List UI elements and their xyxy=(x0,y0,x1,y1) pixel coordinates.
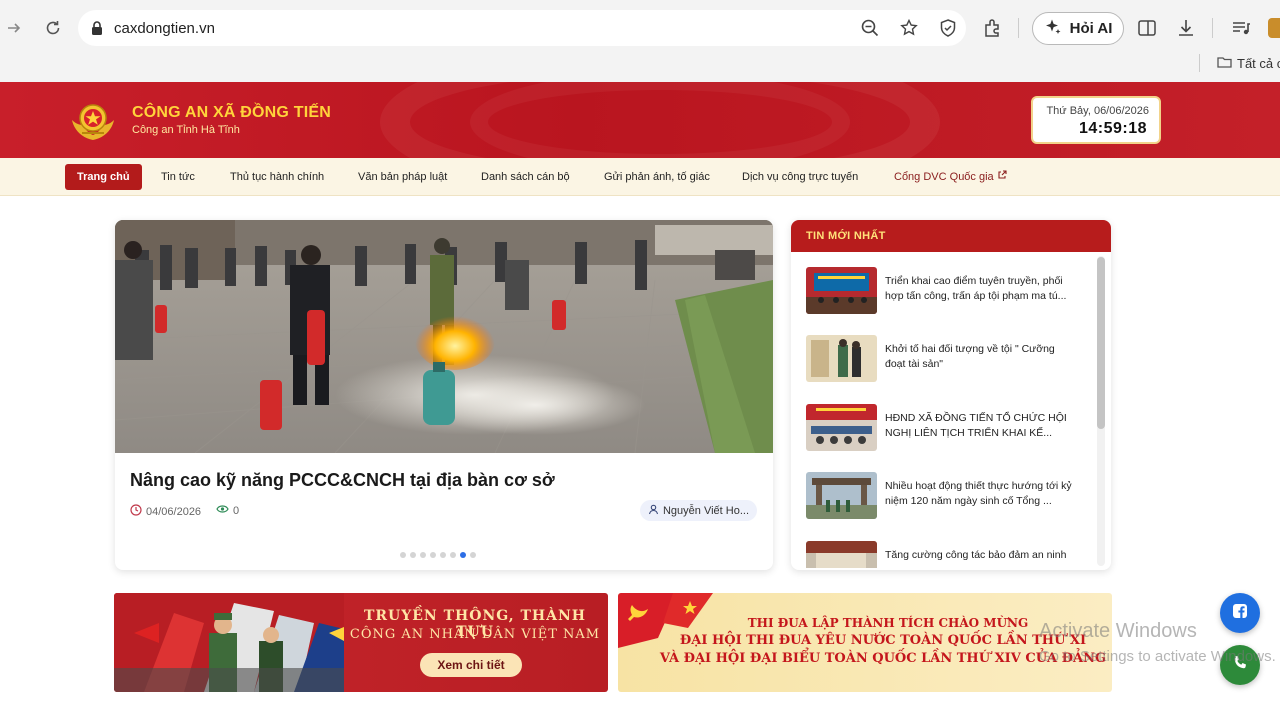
latest-news-heading: TIN MỚI NHẤT xyxy=(806,230,886,242)
view-details-button[interactable]: Xem chi tiết xyxy=(420,653,522,677)
nav-home[interactable]: Trang chủ xyxy=(65,164,142,190)
star-icon[interactable] xyxy=(899,18,919,38)
latest-news-header: TIN MỚI NHẤT xyxy=(791,220,1111,252)
nav-report-feedback[interactable]: Gửi phản ánh, tố giác xyxy=(604,164,710,190)
slider-dot[interactable] xyxy=(440,552,446,558)
header-pattern-inner xyxy=(470,82,850,158)
news-thumbnail[interactable] xyxy=(806,404,877,451)
site-subtitle: Công an Tỉnh Hà Tĩnh xyxy=(132,124,240,136)
nav-admin-procedures[interactable]: Thủ tục hành chính xyxy=(230,164,324,190)
emulation-congress-banner[interactable]: THI ĐUA LẬP THÀNH TÍCH CHÀO MỪNG ĐẠI HỘI… xyxy=(618,593,1112,692)
banner1-line2: CÔNG AN NHÂN DÂN VIỆT NAM xyxy=(349,627,601,642)
bookmarks-bar xyxy=(0,56,1280,82)
news-scrollbar-thumb[interactable] xyxy=(1097,257,1105,429)
ask-ai-label: Hỏi AI xyxy=(1069,20,1113,37)
reload-icon[interactable] xyxy=(41,16,65,40)
author-badge[interactable]: Nguyễn Viết Ho... xyxy=(640,500,757,521)
featured-views: 0 xyxy=(216,504,239,517)
forward-icon[interactable] xyxy=(2,16,26,40)
featured-title[interactable]: Nâng cao kỹ năng PCCC&CNCH tại địa bàn c… xyxy=(130,470,555,491)
clock-date: Thứ Bảy, 06/06/2026 xyxy=(1046,105,1149,117)
police-emblem-logo[interactable] xyxy=(68,100,118,142)
clock-time: 14:59:18 xyxy=(1078,120,1147,137)
profile-avatar[interactable] xyxy=(1268,18,1280,38)
nav-staff-list[interactable]: Danh sách cán bộ xyxy=(481,164,570,190)
eye-icon xyxy=(216,504,229,517)
shield-icon[interactable] xyxy=(938,18,958,38)
extensions-icon[interactable] xyxy=(982,17,1004,39)
windows-activation-watermark: Activate Windows xyxy=(1039,620,1197,642)
news-title[interactable]: Triển khai cao điểm tuyên truyền, phối h… xyxy=(885,274,1077,304)
main-nav: Trang chủ Tin tức Thủ tục hành chính Văn… xyxy=(0,158,1280,196)
news-title[interactable]: HĐND XÃ ĐỒNG TIẾN TỔ CHỨC HỘI NGHỊ LIÊN … xyxy=(885,411,1077,441)
all-bookmarks-folder[interactable]: Tất cả c xyxy=(1217,55,1280,72)
featured-date-text: 04/06/2026 xyxy=(146,505,202,518)
featured-photo[interactable] xyxy=(115,220,773,453)
banner-soldiers-art xyxy=(114,593,344,692)
address-bar[interactable]: caxdongtien.vn xyxy=(78,10,966,46)
slider-dot[interactable] xyxy=(450,552,456,558)
news-title[interactable]: Khởi tố hai đối tượng về tội " Cưỡng đoạ… xyxy=(885,342,1077,372)
download-icon[interactable] xyxy=(1175,17,1197,39)
clock-icon xyxy=(130,504,142,519)
date-clock: Thứ Bảy, 06/06/2026 14:59:18 xyxy=(1031,96,1161,144)
playlist-icon[interactable] xyxy=(1230,17,1252,39)
news-thumbnail[interactable] xyxy=(806,541,877,568)
news-title[interactable]: Tăng cường công tác bảo đảm an ninh xyxy=(885,548,1077,563)
split-screen-icon[interactable] xyxy=(1136,17,1158,39)
zoom-out-icon[interactable] xyxy=(860,18,880,38)
slider-dot[interactable] xyxy=(460,552,466,558)
sparkle-icon xyxy=(1044,18,1062,40)
slider-dot[interactable] xyxy=(470,552,476,558)
slider-dots xyxy=(400,552,476,558)
bookmarks-divider xyxy=(1199,54,1200,72)
list-item[interactable]: Triển khai cao điểm tuyên truyền, phối h… xyxy=(806,267,1086,317)
news-thumbnail[interactable] xyxy=(806,267,877,314)
ask-ai-button[interactable]: Hỏi AI xyxy=(1032,12,1124,45)
slider-dot[interactable] xyxy=(400,552,406,558)
list-item[interactable]: Khởi tố hai đối tượng về tội " Cưỡng đoạ… xyxy=(806,335,1086,385)
news-thumbnail[interactable] xyxy=(806,335,877,382)
nav-legal-documents[interactable]: Văn bản pháp luật xyxy=(358,164,447,190)
nav-news[interactable]: Tin tức xyxy=(161,164,195,190)
slider-dot[interactable] xyxy=(410,552,416,558)
windows-activation-hint: Go to Settings to activate Windows. xyxy=(1039,648,1276,665)
site-title[interactable]: CÔNG AN XÃ ĐỒNG TIẾN xyxy=(132,104,331,122)
browser-toolbar: caxdongtien.vn Hỏi AI xyxy=(0,0,1280,56)
facebook-button[interactable] xyxy=(1220,593,1260,633)
slider-dot[interactable] xyxy=(430,552,436,558)
featured-views-count: 0 xyxy=(233,504,240,517)
featured-article[interactable]: Nâng cao kỹ năng PCCC&CNCH tại địa bàn c… xyxy=(115,220,773,570)
all-bookmarks-label: Tất cả c xyxy=(1237,56,1280,71)
url-text[interactable]: caxdongtien.vn xyxy=(114,20,215,37)
external-link-icon xyxy=(997,170,1007,183)
facebook-icon xyxy=(1231,602,1249,625)
list-item[interactable]: HĐND XÃ ĐỒNG TIẾN TỔ CHỨC HỘI NGHỊ LIÊN … xyxy=(806,404,1086,454)
toolbar-divider xyxy=(1018,18,1019,38)
featured-date: 04/06/2026 xyxy=(130,504,201,519)
user-icon xyxy=(648,504,659,518)
nav-national-portal[interactable]: Cổng DVC Quốc gia xyxy=(894,164,1007,190)
toolbar-divider-2 xyxy=(1212,18,1213,38)
list-item[interactable]: Nhiều hoạt động thiết thực hướng tới kỷ … xyxy=(806,472,1086,522)
site-header: CÔNG AN XÃ ĐỒNG TIẾN Công an Tỉnh Hà Tĩn… xyxy=(0,82,1280,158)
news-title[interactable]: Nhiều hoạt động thiết thực hướng tới kỷ … xyxy=(885,479,1077,509)
latest-news-panel: TIN MỚI NHẤT Triển khai cao điểm tuyên t… xyxy=(791,220,1111,570)
news-thumbnail[interactable] xyxy=(806,472,877,519)
nav-national-portal-label: Cổng DVC Quốc gia xyxy=(894,171,994,183)
latest-news-list: Triển khai cao điểm tuyên truyền, phối h… xyxy=(791,252,1111,568)
author-name: Nguyễn Viết Ho... xyxy=(662,504,749,517)
folder-icon xyxy=(1217,55,1232,72)
lock-icon xyxy=(88,19,106,37)
nav-online-services[interactable]: Dịch vụ công trực tuyến xyxy=(742,164,858,190)
cand-achievements-banner[interactable]: TRUYỀN THÔNG, THÀNH TỰU CÔNG AN NHÂN DÂN… xyxy=(114,593,608,692)
list-item[interactable]: Tăng cường công tác bảo đảm an ninh xyxy=(806,541,1086,568)
banner2-line1: THI ĐUA LẬP THÀNH TÍCH CHÀO MỪNG xyxy=(747,616,1029,630)
slider-dot[interactable] xyxy=(420,552,426,558)
